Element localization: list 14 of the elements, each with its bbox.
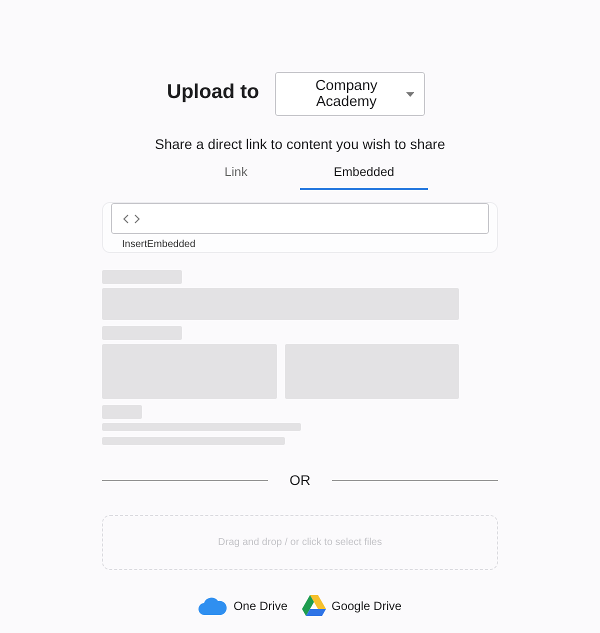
tab[interactable]: Link <box>172 162 300 190</box>
code-icon <box>123 214 140 224</box>
source-button[interactable]: One Drive <box>198 596 288 615</box>
tab[interactable]: Embedded <box>300 162 428 190</box>
caret-icon <box>406 92 414 96</box>
page-title: Upload to <box>166 80 260 104</box>
subtitle: Share a direct link to content you wish to share <box>154 136 446 152</box>
embed-label: InsertEmbedded <box>122 239 196 250</box>
source-button[interactable]: Google Drive <box>302 595 402 616</box>
embed-input-field[interactable] <box>111 203 489 234</box>
drive-icon <box>302 595 326 616</box>
cloud-icon <box>198 596 228 615</box>
destination-dropdown[interactable]: Company Academy <box>275 72 426 116</box>
or-separator: OR <box>288 472 312 488</box>
